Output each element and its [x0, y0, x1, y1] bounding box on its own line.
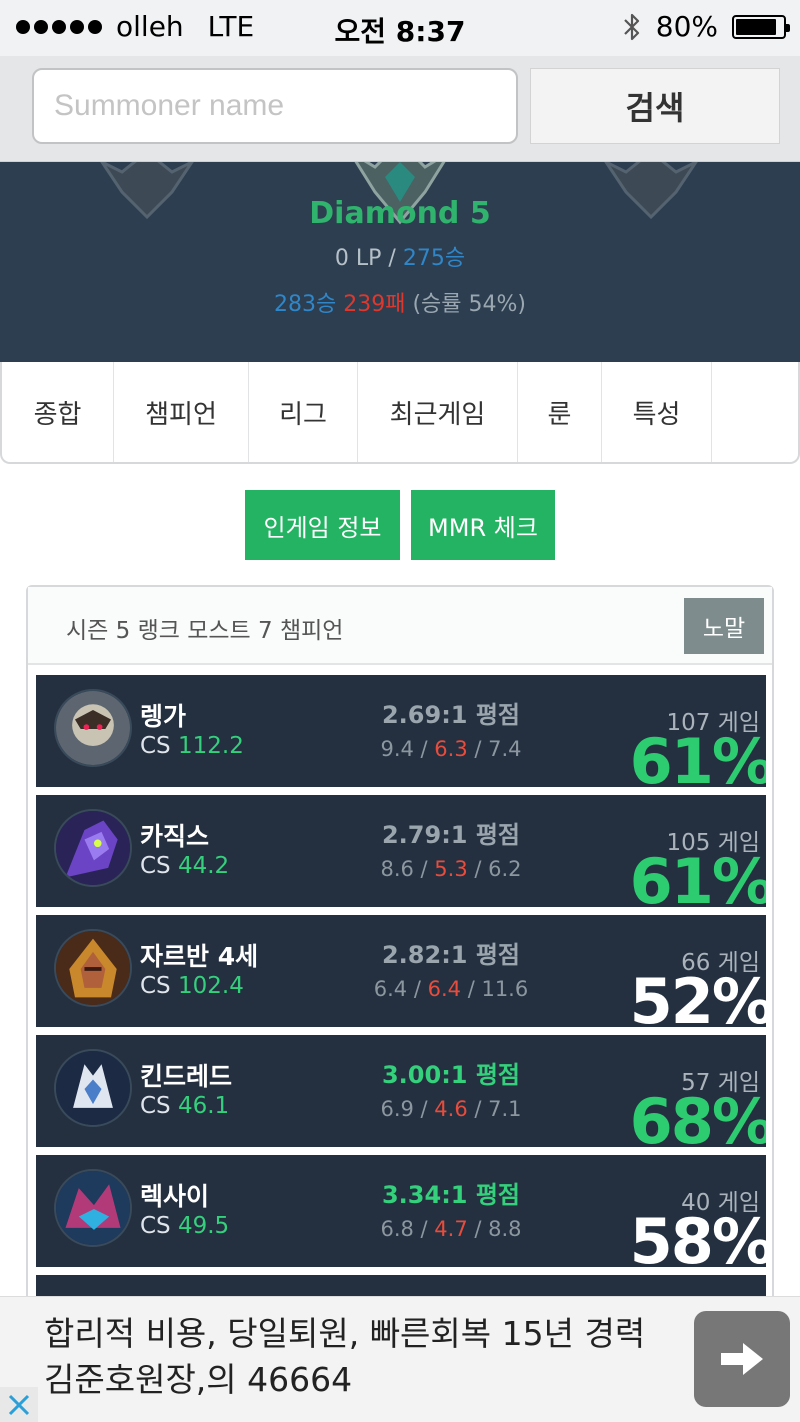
tab-league[interactable]: 리그	[249, 362, 358, 462]
champion-row[interactable]: 카직스 CS 44.2 2.79:1 평점 8.6 / 5.3 / 6.2 10…	[36, 795, 766, 907]
deaths: 4.7	[434, 1217, 468, 1241]
kills: 6.8	[380, 1217, 414, 1241]
status-bar: olleh LTE 오전 8:37 80%	[0, 0, 800, 56]
most-champions-panel: 시즌 5 랭크 모스트 7 챔피언 노말 렝가 CS 112.2 2.69:1 …	[26, 585, 774, 1305]
khazix-portrait-icon	[54, 809, 132, 887]
panel-header: 시즌 5 랭크 모스트 7 챔피언 노말	[28, 587, 772, 665]
deaths: 6.4	[427, 977, 462, 1001]
kda-line: 9.4 / 6.3 / 7.4	[380, 737, 522, 761]
champion-name: 자르반 4세	[140, 942, 259, 971]
tab-runes[interactable]: 룬	[518, 362, 602, 462]
deaths: 4.6	[434, 1097, 468, 1121]
assists: 7.1	[488, 1097, 522, 1121]
profile-banner: Diamond 5 0 LP / 275승 283승 239패 (승률 54%)	[0, 162, 800, 362]
tier-wins: 275승	[402, 246, 466, 271]
tab-champions[interactable]: 챔피언	[114, 362, 249, 462]
cs-line: CS 46.1	[140, 1093, 229, 1119]
cs-value: 49.5	[177, 1213, 230, 1239]
tab-recent-games[interactable]: 최근게임	[358, 362, 518, 462]
kda-line: 6.8 / 4.7 / 8.8	[380, 1217, 522, 1241]
cs-value: 44.2	[177, 853, 230, 879]
cs-label: CS	[140, 1093, 171, 1119]
assists: 8.8	[488, 1217, 522, 1241]
cs-label: CS	[140, 1213, 171, 1239]
cs-line: CS 112.2	[140, 733, 244, 759]
champion-winrate: 61%	[629, 725, 766, 788]
tab-masteries[interactable]: 특성	[602, 362, 712, 462]
cs-label: CS	[140, 853, 171, 879]
status-right: 80%	[622, 10, 790, 43]
ingame-info-button[interactable]: 인게임 정보	[245, 490, 400, 560]
champion-winrate: 61%	[629, 845, 766, 908]
close-icon[interactable]	[0, 1387, 38, 1422]
cs-value: 46.1	[177, 1093, 230, 1119]
champion-row[interactable]: 자르반 4세 CS 102.4 2.82:1 평점 6.4 / 6.4 / 11…	[36, 915, 766, 1027]
kills: 6.9	[380, 1097, 414, 1121]
lp-value: 0 LP	[334, 246, 382, 271]
normal-mode-button[interactable]: 노말	[684, 598, 764, 654]
ad-text[interactable]: 합리적 비용, 당일퇴원, 빠른회복 15년 경력 김준호원장,의 46664	[44, 1311, 684, 1403]
overall-winrate: (승률 54%)	[412, 292, 526, 317]
cs-label: CS	[140, 733, 171, 759]
champion-winrate: 58%	[629, 1205, 766, 1268]
champion-name: 카직스	[140, 822, 210, 851]
kills: 9.4	[380, 737, 414, 761]
kda-ratio: 2.79:1 평점	[381, 821, 521, 849]
kda-ratio: 3.00:1 평점	[381, 1061, 521, 1089]
champion-name: 렝가	[140, 702, 187, 731]
champion-winrate: 52%	[629, 965, 766, 1028]
kda-ratio: 2.69:1 평점	[381, 701, 521, 729]
champion-name: 렉사이	[140, 1182, 210, 1211]
ad-banner[interactable]: 합리적 비용, 당일퇴원, 빠른회복 15년 경력 김준호원장,의 46664	[0, 1296, 800, 1422]
champion-row[interactable]: 렉사이 CS 49.5 3.34:1 평점 6.8 / 4.7 / 8.8 40…	[36, 1155, 766, 1267]
battery-icon	[732, 14, 790, 39]
cs-line: CS 44.2	[140, 853, 229, 879]
panel-title: 시즌 5 랭크 모스트 7 챔피언	[66, 618, 344, 644]
kda-line: 6.4 / 6.4 / 11.6	[373, 977, 529, 1001]
champion-name: 킨드레드	[140, 1062, 233, 1091]
tab-summary[interactable]: 종합	[2, 362, 114, 462]
cs-value: 102.4	[177, 973, 244, 999]
cs-label: CS	[140, 973, 171, 999]
assists: 11.6	[481, 977, 529, 1001]
assists: 6.2	[488, 857, 522, 881]
summoner-search-input[interactable]	[32, 68, 518, 144]
deaths: 6.3	[434, 737, 468, 761]
kda-ratio: 2.82:1 평점	[381, 941, 521, 969]
lp-separator: /	[381, 246, 403, 271]
arrow-right-icon[interactable]	[694, 1311, 790, 1407]
cs-value: 112.2	[177, 733, 244, 759]
lp-line: 0 LP / 275승	[0, 240, 800, 272]
kda-line: 6.9 / 4.6 / 7.1	[380, 1097, 522, 1121]
tier-label: Diamond 5	[309, 196, 491, 231]
champion-row[interactable]: 렝가 CS 112.2 2.69:1 평점 9.4 / 6.3 / 7.4 10…	[36, 675, 766, 787]
tab-bar: 종합 챔피언 리그 최근게임 룬 특성	[0, 362, 800, 464]
deaths: 5.3	[434, 857, 468, 881]
cs-line: CS 49.5	[140, 1213, 229, 1239]
mmr-check-button[interactable]: MMR 체크	[411, 490, 555, 560]
battery-percent: 80%	[655, 10, 718, 43]
assists: 7.4	[488, 737, 522, 761]
kda-ratio: 3.34:1 평점	[381, 1181, 521, 1209]
champion-row[interactable]: 킨드레드 CS 46.1 3.00:1 평점 6.9 / 4.6 / 7.1 5…	[36, 1035, 766, 1147]
search-bar: 검색	[0, 56, 800, 162]
kills: 8.6	[380, 857, 414, 881]
total-losses: 239패	[343, 292, 406, 317]
bluetooth-icon	[623, 13, 639, 40]
tab-more[interactable]	[712, 362, 798, 462]
kills: 6.4	[373, 977, 408, 1001]
search-button[interactable]: 검색	[530, 68, 780, 144]
cs-line: CS 102.4	[140, 973, 244, 999]
champion-winrate: 68%	[629, 1085, 766, 1148]
kda-line: 8.6 / 5.3 / 6.2	[380, 857, 522, 881]
kindred-portrait-icon	[54, 1049, 132, 1127]
reksai-portrait-icon	[54, 1169, 132, 1247]
rengar-portrait-icon	[54, 689, 132, 767]
record-line: 283승 239패 (승률 54%)	[0, 286, 800, 318]
total-wins: 283승	[273, 292, 337, 317]
jarvan-portrait-icon	[54, 929, 132, 1007]
